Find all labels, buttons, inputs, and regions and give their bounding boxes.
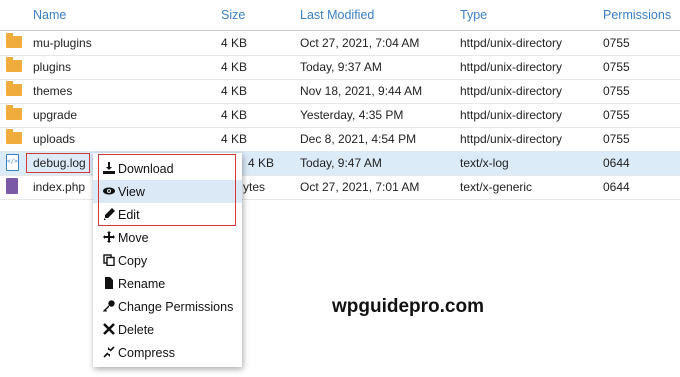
file-permissions: 0644 — [603, 156, 630, 170]
folder-icon — [6, 105, 22, 120]
menu-item-label: Compress — [118, 346, 175, 360]
menu-highlight-box — [98, 154, 236, 226]
header-permissions[interactable]: Permissions — [603, 8, 671, 22]
code-file-icon — [6, 154, 19, 171]
file-type: httpd/unix-directory — [460, 132, 563, 146]
menu-item-rename[interactable]: Rename — [93, 272, 242, 295]
file-permissions: 0755 — [603, 132, 630, 146]
move-arrows-icon — [103, 231, 115, 243]
file-type: httpd/unix-directory — [460, 108, 563, 122]
php-file-icon — [6, 178, 18, 194]
table-header: Name Size Last Modified Type Permissions — [0, 0, 680, 31]
menu-item-move[interactable]: Move — [93, 226, 242, 249]
file-size: 4 KB — [248, 156, 275, 170]
copy-icon — [103, 254, 115, 267]
x-icon — [103, 323, 115, 335]
folder-icon — [6, 57, 22, 72]
menu-item-compress[interactable]: Compress — [93, 341, 242, 364]
file-modified: Dec 8, 2021, 4:54 PM — [300, 132, 417, 146]
file-permissions: 0755 — [603, 108, 630, 122]
menu-item-label: Copy — [118, 254, 148, 268]
watermark-text: wpguidepro.com — [332, 296, 484, 317]
file-modified: Yesterday, 4:35 PM — [300, 108, 404, 122]
file-permissions: 0644 — [603, 180, 630, 194]
menu-item-delete[interactable]: Delete — [93, 318, 242, 341]
file-permissions: 0755 — [603, 84, 630, 98]
folder-icon — [6, 129, 22, 144]
table-row[interactable]: themes 4 KB Nov 18, 2021, 9:44 AM httpd/… — [0, 79, 680, 104]
file-modified: Today, 9:47 AM — [300, 156, 382, 170]
table-row[interactable]: mu-plugins 4 KB Oct 27, 2021, 7:04 AM ht… — [0, 31, 680, 56]
menu-item-label: Change Permissions — [118, 300, 234, 314]
file-type: text/x-log — [460, 156, 509, 170]
file-name: plugins — [33, 60, 72, 74]
file-name: themes — [33, 84, 73, 98]
folder-icon — [6, 81, 22, 96]
file-size: 4 KB — [221, 36, 248, 50]
file-type: httpd/unix-directory — [460, 60, 563, 74]
table-row[interactable]: plugins 4 KB Today, 9:37 AM httpd/unix-d… — [0, 55, 680, 80]
folder-icon — [6, 33, 22, 48]
menu-item-label: Move — [118, 231, 149, 245]
menu-item-label: Rename — [118, 277, 166, 291]
file-modified: Today, 9:37 AM — [300, 60, 382, 74]
menu-item-copy[interactable]: Copy — [93, 249, 242, 272]
header-name[interactable]: Name — [33, 8, 66, 22]
menu-item-label: Delete — [118, 323, 155, 337]
file-name: index.php — [33, 180, 86, 194]
file-name: mu-plugins — [33, 36, 92, 50]
file-type: httpd/unix-directory — [460, 84, 563, 98]
key-icon — [103, 300, 115, 312]
file-size: ytes — [243, 180, 266, 194]
table-row[interactable]: uploads 4 KB Dec 8, 2021, 4:54 PM httpd/… — [0, 127, 680, 152]
file-type: httpd/unix-directory — [460, 36, 563, 50]
header-size[interactable]: Size — [221, 8, 245, 22]
compress-icon — [103, 346, 115, 358]
file-modified: Oct 27, 2021, 7:04 AM — [300, 36, 420, 50]
file-name: uploads — [33, 132, 76, 146]
table-row[interactable]: upgrade 4 KB Yesterday, 4:35 PM httpd/un… — [0, 103, 680, 128]
document-icon — [103, 277, 115, 289]
file-size: 4 KB — [221, 108, 248, 122]
file-size: 4 KB — [221, 60, 248, 74]
file-permissions: 0755 — [603, 36, 630, 50]
file-modified: Nov 18, 2021, 9:44 AM — [300, 84, 423, 98]
header-last-modified[interactable]: Last Modified — [300, 8, 374, 22]
file-permissions: 0755 — [603, 60, 630, 74]
filename-highlight-box — [26, 153, 90, 173]
file-type: text/x-generic — [460, 180, 533, 194]
file-modified: Oct 27, 2021, 7:01 AM — [300, 180, 420, 194]
header-type[interactable]: Type — [460, 8, 487, 22]
file-size: 4 KB — [221, 84, 248, 98]
file-name: upgrade — [33, 108, 78, 122]
menu-item-change-permissions[interactable]: Change Permissions — [93, 295, 242, 318]
file-size: 4 KB — [221, 132, 248, 146]
